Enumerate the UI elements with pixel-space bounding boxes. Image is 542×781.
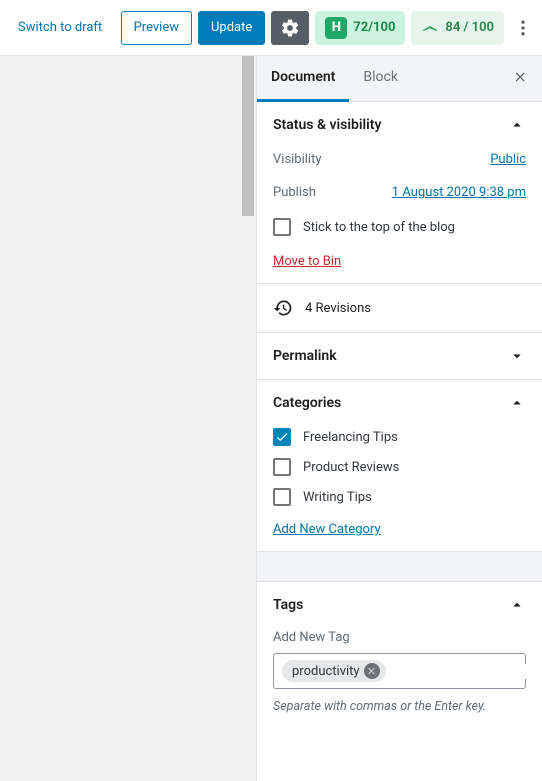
tag-hint: Separate with commas or the Enter key. [273, 699, 526, 714]
yoast-icon [421, 17, 439, 39]
scrollbar-thumb[interactable] [242, 56, 254, 216]
section-title: Categories [273, 395, 341, 411]
close-icon [514, 70, 528, 84]
editor-area[interactable] [0, 56, 256, 781]
section-title: Permalink [273, 348, 337, 364]
update-button[interactable]: Update [198, 11, 265, 45]
category-label: Freelancing Tips [303, 430, 398, 445]
visibility-value-link[interactable]: Public [490, 152, 526, 167]
preview-button[interactable]: Preview [121, 11, 192, 45]
top-toolbar: Switch to draft Preview Update H 72/100 … [0, 0, 542, 56]
tab-document[interactable]: Document [257, 56, 349, 102]
publish-row: Publish 1 August 2020 9:38 pm [273, 185, 526, 200]
section-head-permalink[interactable]: Permalink [273, 347, 526, 365]
categories-list: Freelancing Tips Product Reviews Writing T… [273, 428, 526, 506]
section-categories: Categories Freelancing Tips Product Revie… [257, 380, 542, 552]
tag-input[interactable] [392, 664, 542, 679]
section-title: Status & visibility [273, 117, 381, 133]
sidebar-body[interactable]: Status & visibility Visibility Public Pu… [257, 102, 542, 781]
chevron-up-icon [508, 596, 526, 614]
publish-value-link[interactable]: 1 August 2020 9:38 pm [392, 185, 526, 200]
section-head-tags[interactable]: Tags [273, 596, 526, 614]
stick-row: Stick to the top of the blog [273, 218, 526, 236]
close-icon [367, 666, 377, 676]
category-label: Writing Tips [303, 490, 372, 505]
sidebar-gap [257, 552, 542, 582]
h-icon: H [325, 17, 347, 39]
tab-block[interactable]: Block [349, 56, 412, 102]
more-vertical-icon [513, 18, 533, 38]
close-sidebar-button[interactable] [500, 70, 542, 88]
category-row: Writing Tips [273, 488, 526, 506]
chevron-up-icon [508, 394, 526, 412]
check-icon [275, 430, 289, 444]
sidebar-tabbar: Document Block [257, 56, 542, 102]
tag-token-label: productivity [292, 664, 360, 679]
section-tags: Tags Add New Tag productivity Separate w… [257, 582, 542, 728]
gear-icon [280, 18, 300, 38]
tag-input-container[interactable]: productivity [273, 653, 526, 689]
tag-subhead: Add New Tag [273, 630, 526, 645]
section-status-visibility: Status & visibility Visibility Public Pu… [257, 102, 542, 284]
section-title: Tags [273, 597, 303, 613]
editor-scrollbar[interactable] [240, 56, 256, 781]
settings-button[interactable] [271, 11, 309, 45]
add-category-link[interactable]: Add New Category [273, 522, 526, 537]
stick-checkbox[interactable] [273, 218, 291, 236]
category-row: Freelancing Tips [273, 428, 526, 446]
category-row: Product Reviews [273, 458, 526, 476]
section-head-status[interactable]: Status & visibility [273, 116, 526, 134]
stick-label: Stick to the top of the blog [303, 220, 455, 235]
settings-sidebar: Document Block Status & visibility Visib… [256, 56, 542, 781]
tag-token: productivity [282, 660, 386, 682]
category-checkbox[interactable] [273, 428, 291, 446]
seo-h-badge[interactable]: H 72/100 [315, 11, 405, 45]
chevron-up-icon [508, 116, 526, 134]
seo-yoast-badge[interactable]: 84 / 100 [411, 11, 504, 45]
revisions-button[interactable]: 4 Revisions [273, 298, 526, 318]
section-head-categories[interactable]: Categories [273, 394, 526, 412]
section-revisions: 4 Revisions [257, 284, 542, 333]
category-checkbox[interactable] [273, 488, 291, 506]
publish-label: Publish [273, 185, 316, 200]
visibility-row: Visibility Public [273, 152, 526, 167]
move-to-bin-link[interactable]: Move to Bin [273, 254, 526, 269]
h-score: 72/100 [353, 20, 395, 35]
visibility-label: Visibility [273, 152, 322, 167]
chevron-down-icon [508, 347, 526, 365]
tag-remove-button[interactable] [364, 663, 380, 679]
switch-to-draft-link[interactable]: Switch to draft [18, 20, 102, 35]
category-checkbox[interactable] [273, 458, 291, 476]
section-permalink: Permalink [257, 333, 542, 380]
category-label: Product Reviews [303, 460, 399, 475]
history-icon [273, 298, 293, 318]
y-score: 84 / 100 [445, 20, 494, 35]
more-menu-button[interactable] [510, 11, 536, 45]
revisions-label: 4 Revisions [305, 301, 371, 316]
